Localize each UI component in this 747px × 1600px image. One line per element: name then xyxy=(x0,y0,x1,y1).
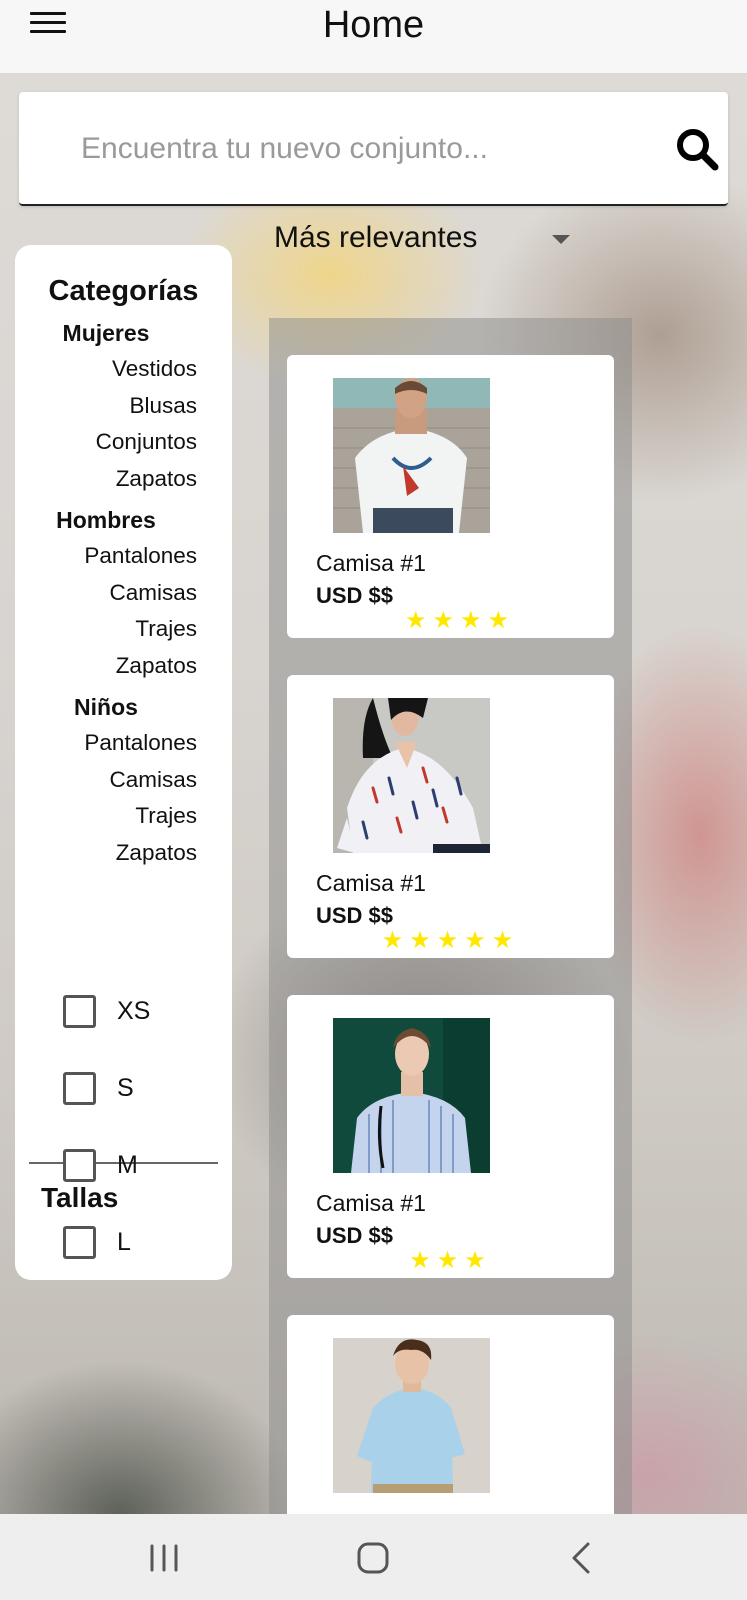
sort-dropdown[interactable]: Más relevantes xyxy=(272,219,572,263)
category-group-title: Niños xyxy=(74,694,138,720)
product-price: USD $$ xyxy=(316,583,394,608)
product-name: Camisa #1 xyxy=(316,1190,426,1216)
sort-selected-value: Más relevantes xyxy=(274,221,478,254)
size-option-l[interactable]: L xyxy=(63,1224,213,1264)
categories-title: Categorías xyxy=(48,275,199,307)
size-checkbox[interactable] xyxy=(63,1149,96,1182)
size-checkbox[interactable] xyxy=(63,1226,96,1259)
size-option-s[interactable]: S xyxy=(63,1070,213,1110)
category-item-pantalones[interactable]: Pantalones xyxy=(15,725,197,762)
category-item-trajes[interactable]: Trajes xyxy=(15,798,197,835)
category-item-zapatos[interactable]: Zapatos xyxy=(15,835,197,872)
star-rating-icon: ★★★★★ xyxy=(381,927,520,954)
category-group-title: Hombres xyxy=(56,507,156,533)
search-bar xyxy=(19,92,728,206)
size-label: M xyxy=(117,1151,138,1179)
product-price: USD $$ xyxy=(316,903,394,928)
system-nav-bar xyxy=(0,1514,747,1600)
star-rating-icon: ★★★ xyxy=(409,1247,492,1274)
product-card[interactable]: Camisa #1 USD $$ ★★★ xyxy=(287,995,614,1278)
category-item-zapatos[interactable]: Zapatos xyxy=(15,461,197,498)
search-input[interactable] xyxy=(81,122,641,176)
category-item-camisas[interactable]: Camisas xyxy=(15,762,197,799)
chevron-down-icon xyxy=(552,235,570,244)
category-item-zapatos[interactable]: Zapatos xyxy=(15,648,197,685)
search-icon[interactable] xyxy=(674,126,720,172)
category-group-mujeres: Mujeres Vestidos Blusas Conjuntos Zapato… xyxy=(15,315,232,497)
app-bar: Home xyxy=(0,0,747,74)
category-group-title: Mujeres xyxy=(62,320,150,346)
man-tshirt-photo xyxy=(333,378,490,533)
category-item-pantalones[interactable]: Pantalones xyxy=(15,538,197,575)
size-option-m[interactable]: M xyxy=(63,1147,213,1187)
category-item-trajes[interactable]: Trajes xyxy=(15,611,197,648)
category-item-camisas[interactable]: Camisas xyxy=(15,575,197,612)
back-icon[interactable] xyxy=(560,1536,604,1580)
size-label: S xyxy=(117,1074,134,1102)
category-group-ninos: Niños Pantalones Camisas Trajes Zapatos xyxy=(15,689,232,871)
product-price: USD $$ xyxy=(316,1223,394,1248)
category-item-vestidos[interactable]: Vestidos xyxy=(15,351,197,388)
star-rating-icon: ★★★★ xyxy=(405,607,516,634)
page-title: Home xyxy=(322,4,425,46)
recent-apps-icon[interactable] xyxy=(142,1536,186,1580)
filter-sidebar: Categorías Mujeres Vestidos Blusas Conju… xyxy=(15,245,232,1280)
home-icon[interactable] xyxy=(351,1536,395,1580)
size-checkbox[interactable] xyxy=(63,995,96,1028)
size-checkbox[interactable] xyxy=(63,1072,96,1105)
size-label: XS xyxy=(117,997,151,1025)
size-option-xs[interactable]: XS xyxy=(63,993,213,1033)
product-card[interactable]: Camisa #1 USD $$ ★★★★★ xyxy=(287,675,614,958)
boy-shirt-photo xyxy=(333,1338,490,1493)
category-group-hombres: Hombres Pantalones Camisas Trajes Zapato… xyxy=(15,502,232,684)
category-item-conjuntos[interactable]: Conjuntos xyxy=(15,424,197,461)
category-item-blusas[interactable]: Blusas xyxy=(15,388,197,425)
woman-blouse-photo xyxy=(333,698,490,853)
product-name: Camisa #1 xyxy=(316,870,426,896)
product-list[interactable]: Camisa #1 USD $$ ★★★★ Camisa #1 USD $$ ★… xyxy=(269,318,632,1514)
product-card[interactable]: Camisa #1 USD $$ ★★★★ xyxy=(287,355,614,638)
woman-striped-shirt-photo xyxy=(333,1018,490,1173)
size-label: L xyxy=(117,1228,131,1256)
product-name: Camisa #1 xyxy=(316,550,426,576)
product-card[interactable] xyxy=(287,1315,614,1514)
